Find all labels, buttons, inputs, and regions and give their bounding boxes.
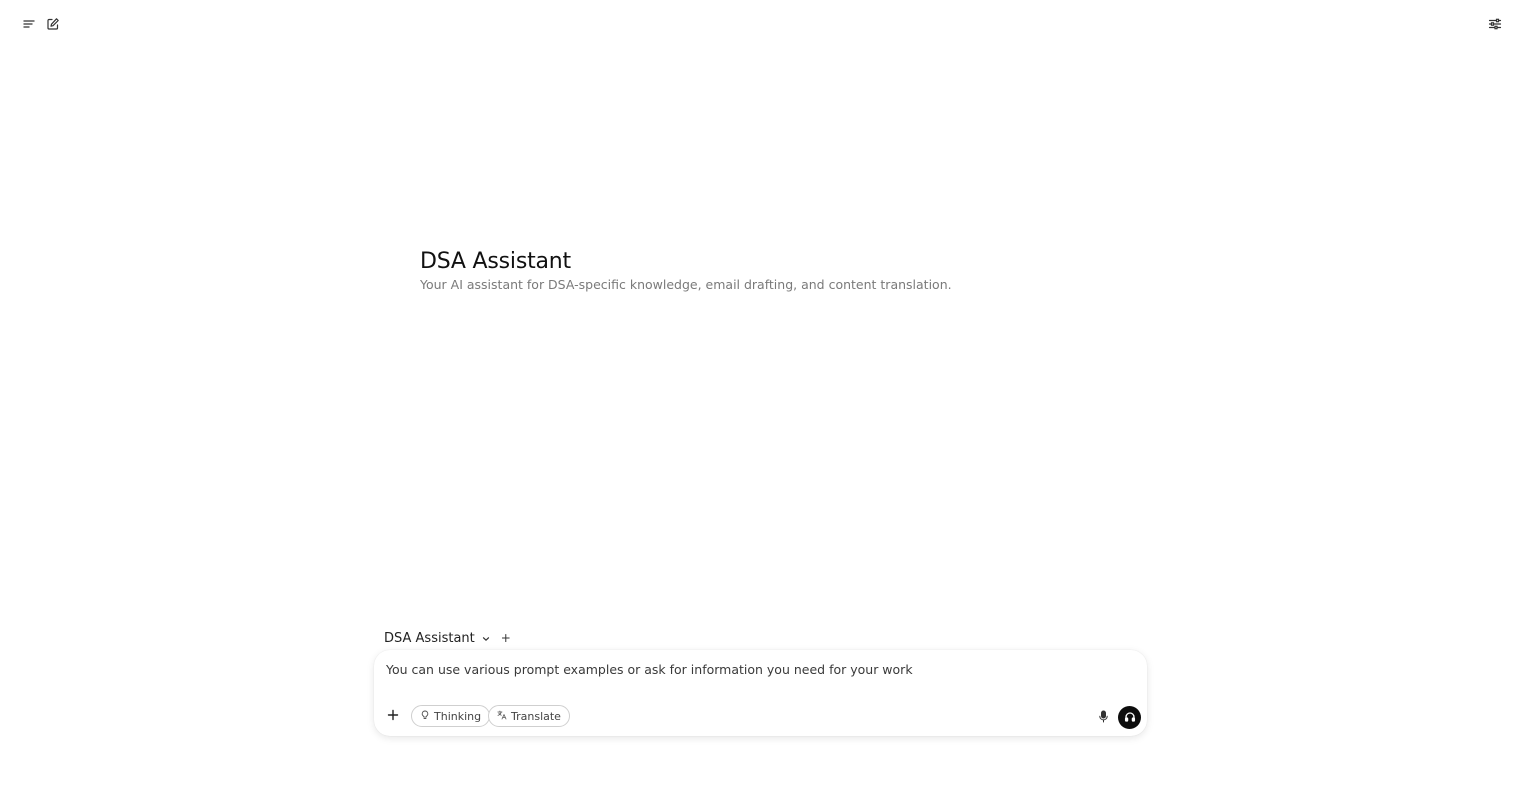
- message-composer: Thinking Translate: [374, 650, 1147, 736]
- attach-button[interactable]: [386, 708, 400, 722]
- chat-controls-button[interactable]: [1485, 15, 1505, 35]
- new-chat-button[interactable]: [43, 15, 63, 35]
- voice-mode-button[interactable]: [1118, 706, 1141, 729]
- menu-icon: [22, 16, 36, 35]
- edit-icon: [46, 16, 60, 35]
- sliders-icon: [1488, 16, 1502, 35]
- translate-toggle-button[interactable]: Translate: [488, 705, 570, 727]
- plus-icon: [387, 706, 399, 725]
- translate-icon: [497, 710, 507, 723]
- model-selector-button[interactable]: DSA Assistant: [384, 631, 475, 646]
- chevron-down-icon[interactable]: [481, 629, 491, 648]
- chip-label: Translate: [511, 709, 561, 723]
- welcome-hero: DSA Assistant Your AI assistant for DSA-…: [420, 247, 1120, 293]
- dictate-button[interactable]: [1096, 709, 1110, 725]
- page-title: DSA Assistant: [420, 249, 571, 274]
- lightbulb-icon: [420, 710, 430, 723]
- sidebar-toggle-button[interactable]: [19, 15, 39, 35]
- microphone-icon: [1098, 708, 1109, 727]
- add-model-button[interactable]: +: [501, 631, 511, 645]
- headphones-icon: [1124, 708, 1136, 727]
- page-subtitle: Your AI assistant for DSA-specific knowl…: [420, 277, 952, 292]
- chip-label: Thinking: [434, 709, 482, 723]
- chat-input[interactable]: [386, 658, 1126, 680]
- model-selector: DSA Assistant +: [384, 628, 511, 648]
- thinking-toggle-button[interactable]: Thinking: [411, 705, 491, 727]
